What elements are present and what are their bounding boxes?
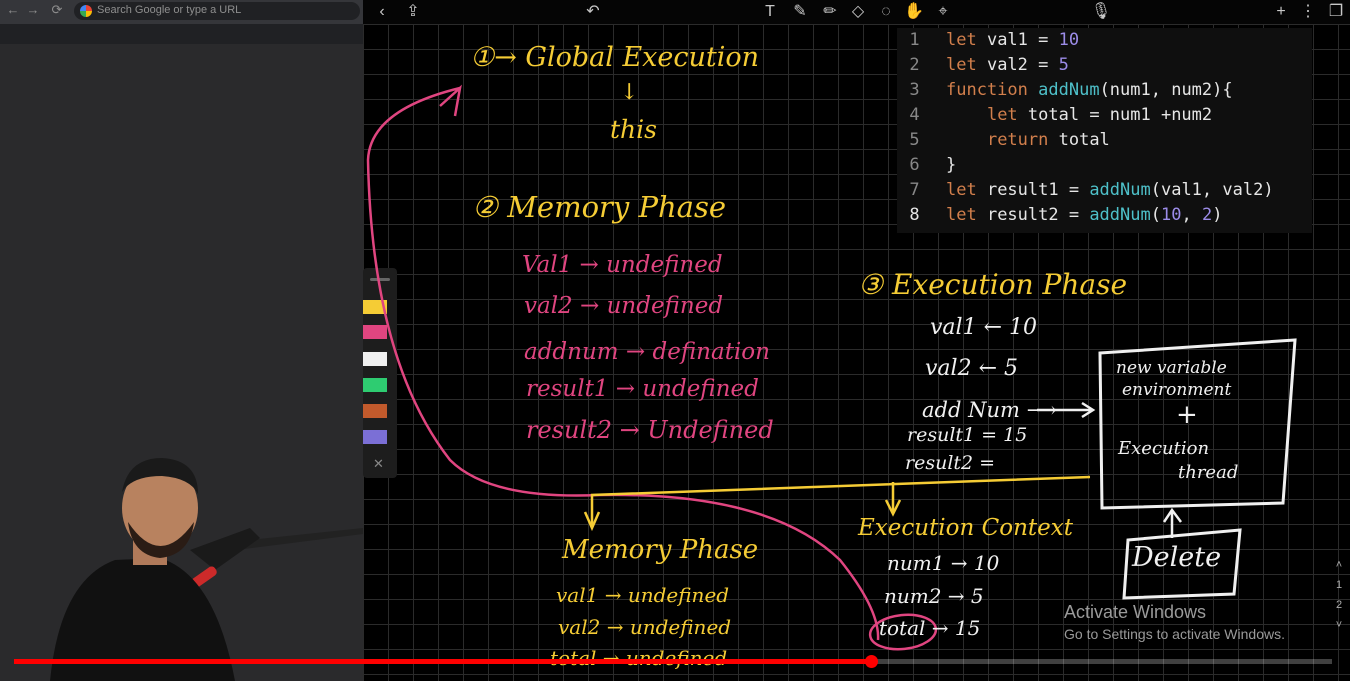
memory2-item: val1 → undefined [556,583,730,607]
watermark-title: Activate Windows [1064,602,1207,622]
context-item: num1 → 10 [887,551,1000,575]
arrow-down: ↓ [620,80,639,105]
video-progress-fill [14,659,871,664]
execution-item: result1 = 15 [907,424,1028,446]
execution-item: result2 = [905,452,996,474]
page-up-icon[interactable]: ˄ [1328,555,1350,575]
execution-item: val2 ← 5 [925,356,1018,381]
execution-item: val1 ← 10 [930,315,1037,340]
page-down-icon[interactable]: ˅ [1328,615,1350,635]
execution-item: add Num ⟶ [922,398,1057,422]
box-line: + [1176,400,1198,430]
memory-phase-2-heading: Memory Phase [562,535,759,565]
memory2-item: total → undefined [550,646,728,670]
this-label: this [610,115,657,144]
memory-item: addnum → defination [524,339,770,365]
memory-item: Val1 → undefined [522,252,723,278]
step2-heading: ② Memory Phase [472,190,727,224]
delete-label: Delete [1132,542,1222,573]
box-line: new variable [1116,358,1227,378]
page-number[interactable]: 2 [1328,595,1350,615]
memory-item: result1 → undefined [526,376,759,402]
context-item: num2 → 5 [884,584,984,608]
memory2-item: val2 → undefined [558,615,732,639]
memory-item: result2 → Undefined [526,416,774,444]
page-number[interactable]: 1 [1328,575,1350,595]
video-scrubber-handle[interactable] [864,655,878,668]
activate-windows-watermark: Activate Windows Go to Settings to activ… [1064,602,1285,642]
box-line: thread [1178,462,1239,483]
watermark-subtitle: Go to Settings to activate Windows. [1064,626,1285,642]
box-line: environment [1122,380,1232,400]
step1-heading: ①→ Global Execution [470,42,760,73]
execution-context-heading: Execution Context [858,515,1073,541]
box-line: Execution [1118,438,1210,459]
page-indicator: ˄ 1 2 ˅ [1328,555,1350,635]
step3-heading: ③ Execution Phase [858,268,1128,301]
context-item: total → 15 [879,616,981,640]
memory-item: val2 → undefined [524,293,724,319]
